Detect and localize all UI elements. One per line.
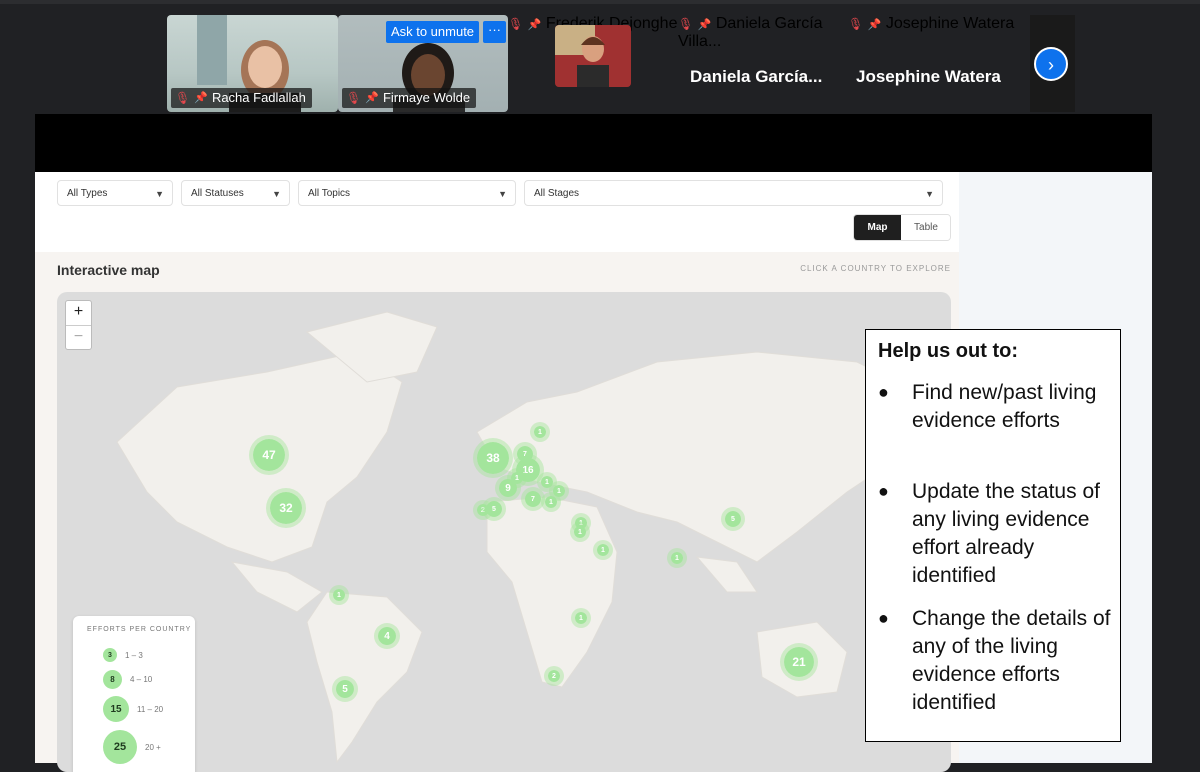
filter-label: All Topics	[308, 188, 351, 199]
legend-dot: 3	[103, 648, 117, 662]
participant-name-tag: 🎙 📌 Josephine Watera	[848, 15, 1023, 33]
participant-tile-frederik[interactable]: 🎙 📌 Frederik Dejonghe	[508, 15, 678, 112]
legend-range: 4 – 10	[130, 675, 153, 684]
world-map[interactable]: + − 473238169771111251111511452211 EFFOR…	[57, 292, 951, 772]
mic-muted-icon: 🎙	[848, 17, 864, 31]
legend-row: 8 4 – 10	[103, 670, 152, 689]
cluster-marker[interactable]: 1	[507, 468, 527, 488]
help-item: Change the details of any of the living …	[912, 607, 1111, 714]
cluster-marker[interactable]: 5	[721, 507, 745, 531]
shared-webpage: All Types ▼ All Statuses ▼ All Topics ▼ …	[35, 172, 959, 772]
shared-screen-top-bar	[35, 114, 1152, 172]
legend-dot: 15	[103, 696, 129, 722]
zoom-out-button[interactable]: −	[66, 325, 91, 350]
cluster-marker[interactable]: 1	[329, 585, 349, 605]
mic-muted-icon: 🎙	[346, 91, 362, 105]
bullet-icon: ●	[878, 481, 889, 501]
mic-muted-icon: 🎙	[508, 17, 524, 31]
cluster-marker[interactable]: 1	[593, 540, 613, 560]
cluster-marker[interactable]: 47	[249, 435, 289, 475]
cluster-marker[interactable]: 1	[571, 608, 591, 628]
pin-icon: 📌	[867, 19, 882, 31]
filter-label: All Statuses	[191, 188, 244, 199]
legend-range: 20 +	[145, 742, 161, 752]
participant-tile-josephine[interactable]: Josephine Watera 🎙 📌 Josephine Watera	[848, 15, 1023, 112]
efforts-legend: EFFORTS PER COUNTRY 3 1 – 3 8 4 – 10 15 …	[73, 616, 195, 772]
mic-muted-icon: 🎙	[678, 17, 694, 31]
bullet-icon: ●	[878, 382, 889, 402]
caret-down-icon: ▼	[155, 189, 164, 199]
legend-row: 3 1 – 3	[103, 648, 143, 662]
pin-icon: 📌	[697, 19, 712, 31]
participant-name: Firmaye Wolde	[382, 90, 471, 105]
participant-name-tag: 🎙 📌 Daniela García Villa...	[678, 15, 848, 51]
map-hint: CLICK A COUNTRY TO EXPLORE	[800, 264, 951, 273]
filter-types-select[interactable]: All Types ▼	[57, 180, 173, 206]
help-item: Update the status of any living evidence…	[912, 480, 1100, 587]
zoom-in-button[interactable]: +	[66, 301, 91, 325]
legend-range: 11 – 20	[137, 704, 164, 714]
cluster-marker[interactable]: 1	[530, 422, 550, 442]
filter-topics-select[interactable]: All Topics ▼	[298, 180, 516, 206]
window-top-border	[0, 0, 1200, 4]
more-options-button[interactable]: ···	[483, 21, 506, 43]
caret-down-icon: ▼	[272, 189, 281, 199]
map-section-title: Interactive map	[57, 262, 160, 278]
legend-dot: 8	[103, 670, 122, 689]
cluster-marker[interactable]: 2	[544, 666, 564, 686]
view-toggle: Map Table	[853, 214, 951, 241]
cluster-marker[interactable]: 32	[266, 488, 306, 528]
ask-to-unmute-button[interactable]: Ask to unmute	[386, 21, 479, 43]
cluster-marker[interactable]: 1	[570, 522, 590, 542]
legend-dot: 25	[103, 730, 137, 764]
bullet-icon: ●	[878, 608, 889, 628]
cluster-marker[interactable]: 1	[541, 492, 561, 512]
cluster-marker[interactable]: 4	[374, 623, 400, 649]
filter-stages-select[interactable]: All Stages ▼	[524, 180, 943, 206]
participant-display-name: Daniela García...	[690, 67, 823, 86]
pin-icon: 📌	[365, 92, 379, 104]
pin-icon: 📌	[527, 19, 542, 31]
pin-icon: 📌	[194, 92, 208, 104]
participant-name: Racha Fadlallah	[211, 90, 306, 105]
cluster-marker[interactable]: 21	[780, 643, 818, 681]
cluster-marker[interactable]: 1	[667, 548, 687, 568]
legend-row: 15 11 – 20	[103, 696, 163, 722]
mic-muted-icon: 🎙	[175, 91, 191, 105]
participant-name-tag: 🎙 📌 Racha Fadlallah	[171, 88, 312, 108]
zoom-control: + −	[65, 300, 92, 350]
cluster-marker[interactable]: 5	[482, 497, 506, 521]
cluster-marker[interactable]: 38	[473, 438, 513, 478]
participant-tile-racha[interactable]: 🎙 📌 Racha Fadlallah	[167, 15, 338, 112]
participant-name-tag: 🎙 📌 Firmaye Wolde	[342, 88, 477, 108]
legend-range: 1 – 3	[125, 650, 143, 660]
participant-name: Josephine Watera	[885, 15, 1015, 32]
help-item: Find new/past living evidence efforts	[912, 381, 1097, 432]
caret-down-icon: ▼	[925, 189, 934, 199]
help-us-out-box: Help us out to: ● Find new/past living e…	[865, 329, 1121, 742]
filter-statuses-select[interactable]: All Statuses ▼	[181, 180, 290, 206]
participant-display-name: Josephine Watera	[856, 67, 1001, 86]
next-participants-button[interactable]: ›	[1034, 47, 1068, 81]
map-view-button[interactable]: Map	[854, 215, 901, 240]
filter-label: All Stages	[534, 188, 580, 199]
caret-down-icon: ▼	[498, 189, 507, 199]
help-box-title: Help us out to:	[878, 340, 1018, 362]
map-section: Interactive map CLICK A COUNTRY TO EXPLO…	[35, 252, 959, 772]
cluster-marker[interactable]: 5	[332, 676, 358, 702]
participant-tile-daniela[interactable]: Daniela García... 🎙 📌 Daniela García Vil…	[678, 15, 848, 112]
cluster-marker[interactable]: 7	[513, 442, 537, 466]
legend-row: 25 20 +	[103, 730, 161, 764]
participant-avatar	[555, 25, 631, 87]
legend-title: EFFORTS PER COUNTRY	[87, 626, 192, 633]
filter-label: All Types	[67, 188, 108, 199]
table-view-button[interactable]: Table	[901, 215, 950, 240]
